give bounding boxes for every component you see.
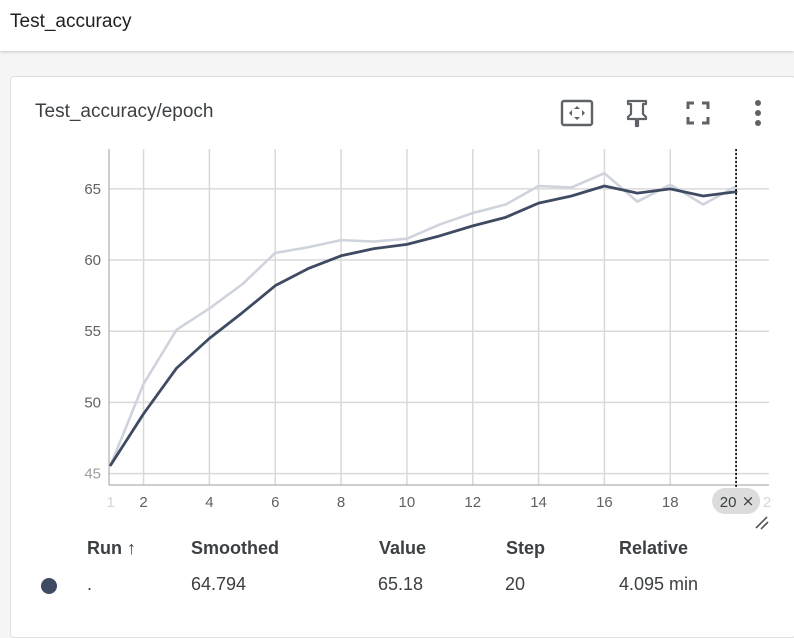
col-header-relative[interactable]: Relative xyxy=(619,538,688,559)
page-title: Test_accuracy xyxy=(10,11,131,33)
cursor-close-icon[interactable]: × xyxy=(742,492,755,510)
x-tick-label: 10 xyxy=(399,494,416,511)
y-tick-label: 45 xyxy=(84,466,101,483)
col-header-step[interactable]: Step xyxy=(506,538,545,559)
header-bar: Test_accuracy xyxy=(0,0,794,51)
col-header-run[interactable]: Run ↑ xyxy=(87,538,136,559)
cell-value: 65.18 xyxy=(378,574,423,595)
cell-run: . xyxy=(87,574,92,595)
series-line-smoothed xyxy=(111,186,736,465)
x-tick-label: 4 xyxy=(205,494,213,511)
cursor-step-label: 20 xyxy=(720,494,737,511)
chart-card: Test_accuracy/epoch 12468101214161824550… xyxy=(10,76,794,638)
y-tick-label: 65 xyxy=(84,181,101,198)
x-tick-label: 2 xyxy=(763,494,771,511)
y-tick-label: 50 xyxy=(84,394,101,411)
x-tick-label: 12 xyxy=(464,494,481,511)
cell-smoothed: 64.794 xyxy=(191,574,246,595)
x-tick-label: 14 xyxy=(530,494,547,511)
y-tick-label: 60 xyxy=(84,252,101,269)
x-tick-label: 8 xyxy=(337,494,345,511)
col-header-value[interactable]: Value xyxy=(379,538,426,559)
col-header-smoothed[interactable]: Smoothed xyxy=(191,538,279,559)
cell-relative: 4.095 min xyxy=(619,574,698,595)
x-tick-label: 16 xyxy=(596,494,613,511)
x-tick-label: 2 xyxy=(139,494,147,511)
grid-lines xyxy=(109,149,769,485)
line-chart[interactable]: 12468101214161824550556065 20× xyxy=(11,77,794,537)
x-tick-label: 1 xyxy=(106,494,114,511)
resize-handle-icon[interactable] xyxy=(756,517,768,529)
axes: 12468101214161824550556065 xyxy=(84,149,771,511)
series-line-raw xyxy=(111,173,736,465)
x-tick-label: 6 xyxy=(271,494,279,511)
run-color-swatch[interactable] xyxy=(41,578,57,594)
cell-step: 20 xyxy=(505,574,525,595)
series-lines xyxy=(111,173,737,465)
y-tick-label: 55 xyxy=(84,323,101,340)
x-tick-label: 18 xyxy=(662,494,679,511)
